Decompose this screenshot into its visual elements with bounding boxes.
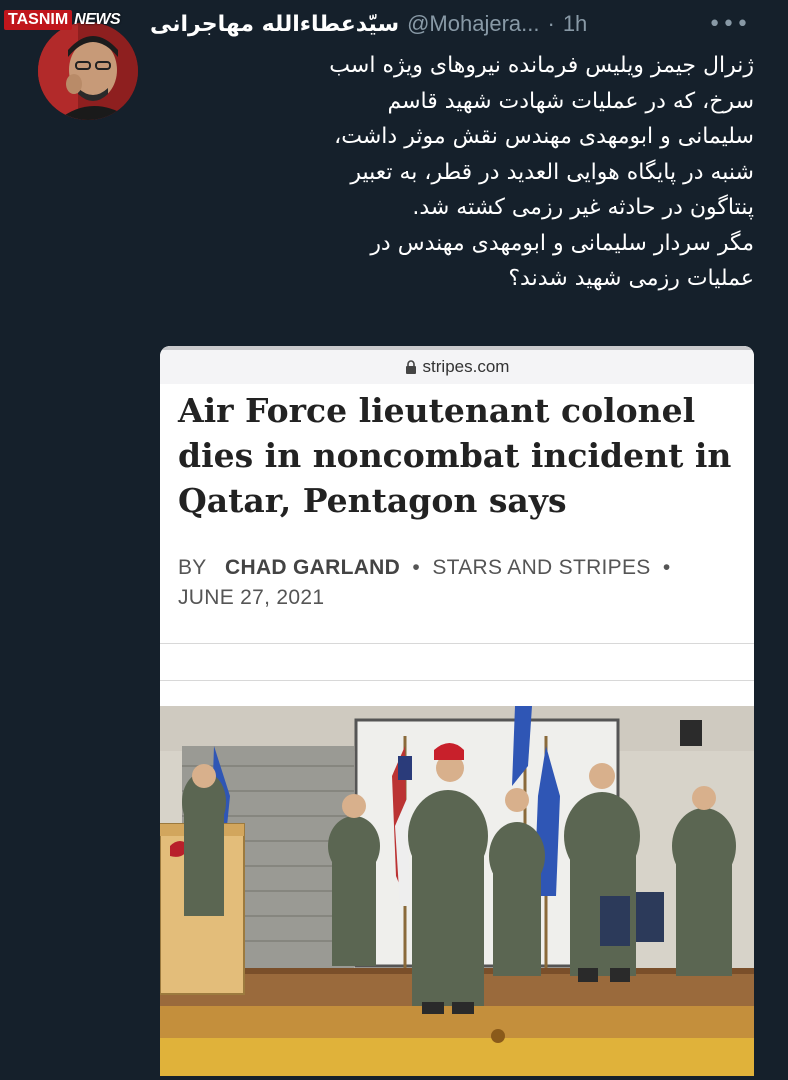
article-byline: BY CHAD GARLAND • STARS AND STRIPES • JU…: [178, 553, 736, 613]
avatar-image: [38, 22, 138, 120]
timestamp[interactable]: 1h: [563, 11, 587, 37]
tweet-line: سرخ، که در عملیات شهادت شهید قاسم: [387, 88, 754, 114]
more-icon[interactable]: •••: [708, 12, 750, 37]
author-name: CHAD GARLAND: [225, 556, 401, 579]
tweet-header: سیّدعطاءالله مهاجرانی @Mohajera... · 1h …: [150, 8, 774, 40]
tweet-line: عملیات رزمی شهید شدند؟: [508, 266, 754, 291]
tweet-line: سلیمانی و ابومهدی مهندس نقش موثر داشت،: [334, 124, 754, 149]
byline-bullet: •: [412, 556, 421, 579]
attached-image[interactable]: stripes.com Air Force lieutenant colonel…: [160, 346, 754, 1076]
tweet-line: شنبه در پایگاه هوایی العدید در قطر، به ت…: [350, 159, 754, 185]
byline-bullet: •: [662, 556, 671, 579]
divider: [160, 643, 754, 644]
display-name[interactable]: سیّدعطاءالله مهاجرانی: [150, 12, 399, 37]
article-headline: Air Force lieutenant colonel dies in non…: [178, 391, 732, 520]
watermark-part2: NEWS: [74, 11, 121, 28]
url-bar: stripes.com: [160, 346, 754, 384]
url-text: stripes.com: [422, 357, 510, 376]
tweet-line: ژنرال جیمز ویلیس فرمانده نیروهای ویژه اس…: [329, 53, 754, 78]
separator-dot: ·: [547, 11, 555, 36]
tweet-line: مگر سردار سلیمانی و ابومهدی مهندس در: [370, 230, 754, 256]
tweet-line: پنتاگون در حادثه غیر رزمی کشته شد.: [412, 195, 754, 220]
handle[interactable]: @Mohajera...: [407, 11, 539, 37]
watermark-part1: TASNIM: [4, 10, 73, 30]
avatar[interactable]: [38, 22, 138, 120]
article-date: JUNE 27, 2021: [178, 586, 325, 609]
divider: [160, 680, 754, 681]
ceremony-photo: [160, 706, 754, 1076]
tasnim-watermark: TASNIM NEWS: [4, 10, 121, 30]
publication-name: STARS AND STRIPES: [432, 556, 651, 579]
tweet-text: ژنرال جیمز ویلیس فرمانده نیروهای ویژه اس…: [178, 48, 754, 297]
by-label: BY: [178, 556, 207, 579]
lock-icon: [405, 360, 416, 374]
